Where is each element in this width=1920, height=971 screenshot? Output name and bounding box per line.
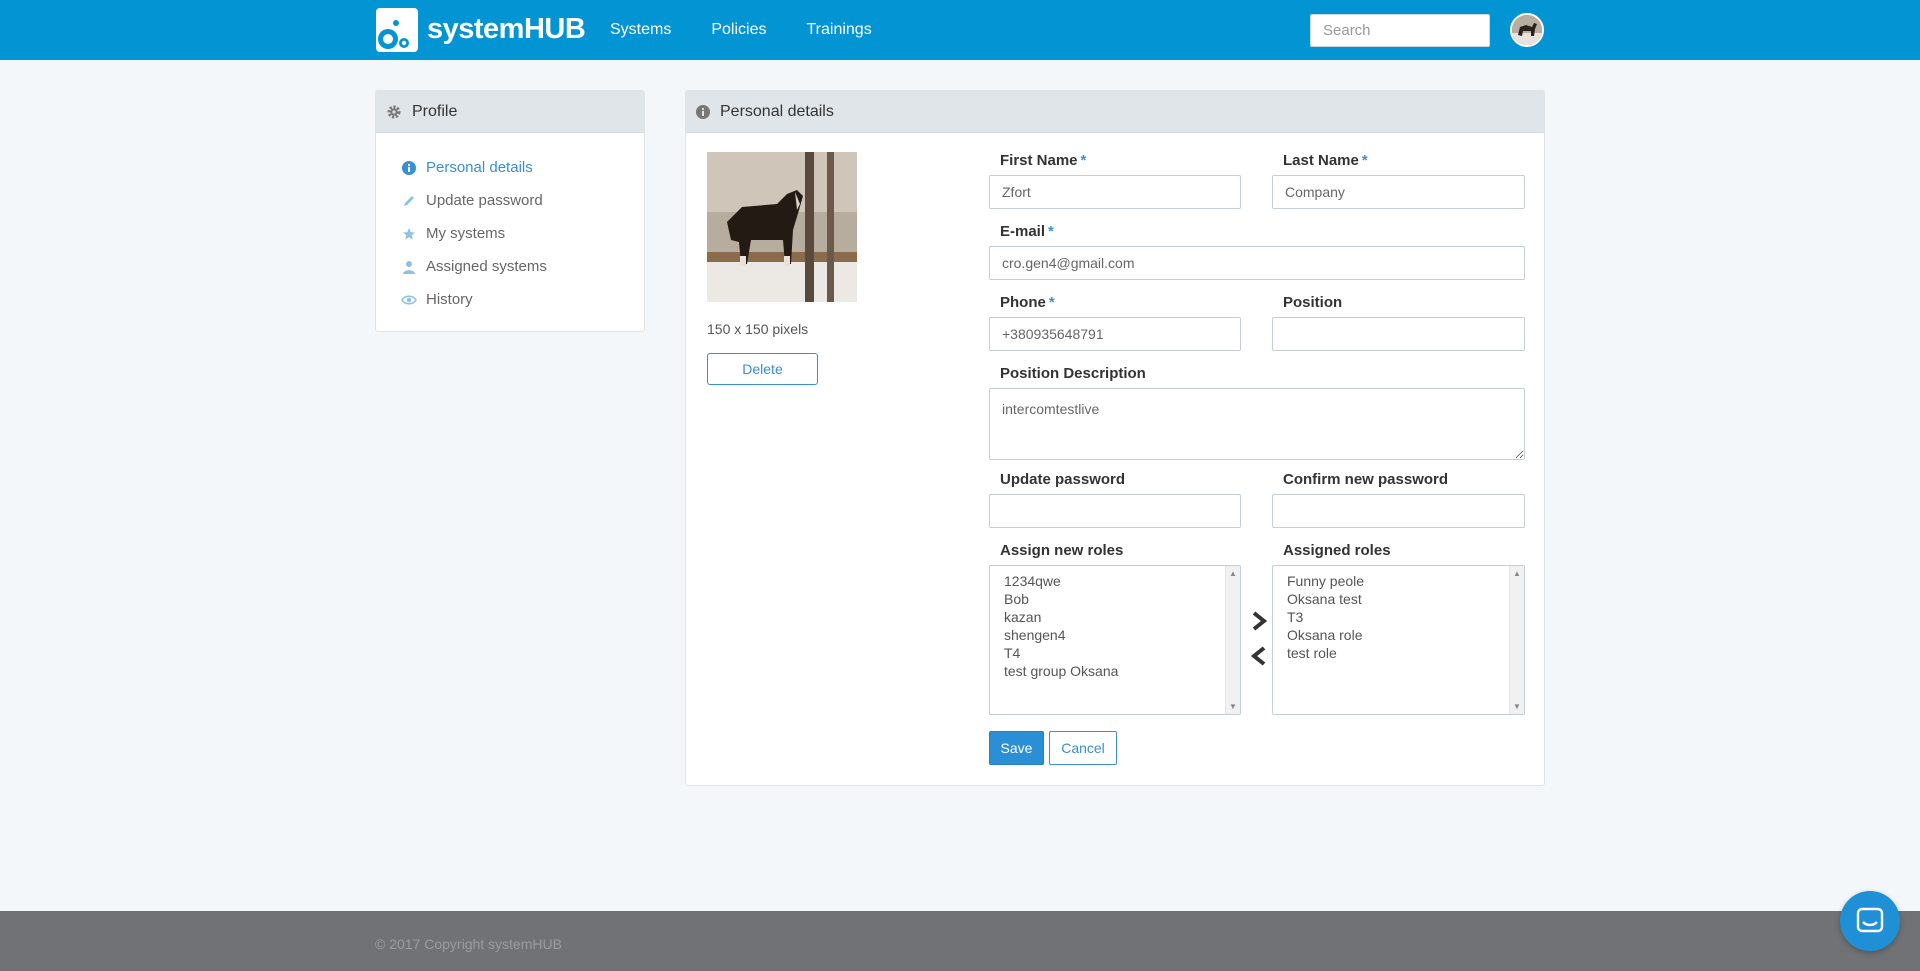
details-panel-header: Personal details (686, 91, 1544, 133)
listbox-scrollbar[interactable]: ▲ ▼ (1509, 566, 1524, 714)
email-label: E-mail * (1000, 223, 1054, 240)
delete-photo-button[interactable]: Delete (707, 353, 818, 385)
brand-name: systemHUB (427, 12, 586, 45)
listbox-scrollbar[interactable]: ▲ ▼ (1225, 566, 1240, 714)
save-button[interactable]: Save (989, 731, 1044, 765)
position-input[interactable] (1272, 317, 1525, 351)
sidebar-item-label: History (426, 291, 473, 308)
assigned-roles-listbox[interactable]: Funny peole Oksana test T3 Oksana role t… (1272, 565, 1525, 715)
gear-logo-icon (375, 5, 419, 55)
list-item[interactable]: T4 (1004, 644, 1240, 662)
last-name-label-text: Last Name (1283, 152, 1359, 169)
required-marker: * (1048, 223, 1054, 240)
confirm-password-label: Confirm new password (1283, 471, 1449, 488)
nav-systems[interactable]: Systems (610, 21, 671, 39)
update-password-label: Update password (1000, 471, 1126, 488)
info-icon (696, 104, 710, 119)
sidebar-item-label: Assigned systems (426, 258, 547, 275)
chevron-right-icon (1252, 611, 1267, 631)
user-avatar[interactable] (1510, 13, 1544, 47)
email-label-text: E-mail (1000, 223, 1046, 240)
position-description-label: Position Description (1000, 365, 1146, 382)
position-label: Position (1283, 294, 1343, 311)
assign-roles-label: Assign new roles (1000, 542, 1124, 559)
sidebar-item-label: My systems (426, 225, 506, 242)
footer-copyright: © 2017 Copyright systemHUB (375, 936, 562, 952)
list-item[interactable]: shengen4 (1004, 626, 1240, 644)
profile-panel-title: Profile (412, 102, 458, 120)
sidebar-item-personal-details[interactable]: Personal details (400, 151, 644, 184)
chevron-left-icon (1251, 646, 1266, 666)
list-item[interactable]: T3 (1287, 608, 1524, 626)
nav-policies[interactable]: Policies (711, 21, 766, 39)
first-name-label-text: First Name (1000, 152, 1078, 169)
info-icon (400, 160, 418, 175)
sidebar-item-update-password[interactable]: Update password (400, 184, 644, 217)
eye-icon (400, 294, 418, 306)
required-marker: * (1361, 152, 1368, 169)
details-panel-title: Personal details (720, 102, 834, 120)
sidebar-item-assigned-systems[interactable]: Assigned systems (400, 250, 644, 283)
last-name-label: Last Name * (1283, 152, 1368, 169)
list-item[interactable]: test group Oksana (1004, 662, 1240, 680)
list-item[interactable]: Oksana test (1287, 590, 1524, 608)
first-name-input[interactable] (989, 175, 1241, 209)
gear-icon (386, 104, 402, 120)
sidebar-item-label: Personal details (426, 159, 533, 176)
scroll-up-icon[interactable]: ▲ (1513, 569, 1521, 578)
list-item[interactable]: Funny peole (1287, 572, 1524, 590)
main-nav: Systems Policies Trainings (610, 0, 912, 60)
nav-trainings[interactable]: Trainings (806, 21, 871, 39)
assigned-roles-label: Assigned roles (1283, 542, 1391, 559)
footer: © 2017 Copyright systemHUB (0, 911, 1920, 971)
first-name-label: First Name * (1000, 152, 1086, 169)
list-item[interactable]: Bob (1004, 590, 1240, 608)
last-name-input[interactable] (1272, 175, 1525, 209)
search-input[interactable] (1310, 14, 1490, 47)
profile-panel-header: Profile (376, 91, 644, 133)
chat-launcher-button[interactable] (1840, 891, 1900, 951)
sidebar-item-history[interactable]: History (400, 283, 644, 316)
personal-details-panel: Personal details 150 x 150 pixels Delete… (685, 90, 1545, 786)
star-icon (400, 227, 418, 241)
profile-panel: Profile Personal details Update password… (375, 90, 645, 332)
top-navbar: systemHUB Systems Policies Trainings (0, 0, 1920, 60)
scroll-up-icon[interactable]: ▲ (1229, 569, 1237, 578)
photo-size-caption: 150 x 150 pixels (707, 321, 809, 337)
cancel-button[interactable]: Cancel (1049, 731, 1117, 765)
required-marker: * (1080, 152, 1087, 169)
assign-roles-listbox[interactable]: 1234qwe Bob kazan shengen4 T4 test group… (989, 565, 1241, 715)
email-field[interactable] (989, 246, 1525, 280)
update-password-input[interactable] (989, 494, 1241, 528)
required-marker: * (1048, 294, 1055, 311)
pencil-icon (400, 194, 418, 208)
list-item[interactable]: test role (1287, 644, 1524, 662)
confirm-password-input[interactable] (1272, 494, 1525, 528)
profile-photo (707, 152, 857, 302)
list-item[interactable]: 1234qwe (1004, 572, 1240, 590)
scroll-down-icon[interactable]: ▼ (1229, 702, 1237, 711)
list-item[interactable]: kazan (1004, 608, 1240, 626)
profile-menu: Personal details Update password My syst… (376, 133, 644, 316)
sidebar-item-my-systems[interactable]: My systems (400, 217, 644, 250)
user-icon (400, 260, 418, 274)
phone-input[interactable] (989, 317, 1241, 351)
phone-label: Phone * (1000, 294, 1055, 311)
chat-icon (1856, 907, 1884, 933)
phone-label-text: Phone (1000, 294, 1046, 311)
scroll-down-icon[interactable]: ▼ (1513, 702, 1521, 711)
add-role-arrow-button[interactable] (1247, 608, 1271, 634)
brand-logo-link[interactable]: systemHUB (375, 5, 586, 55)
remove-role-arrow-button[interactable] (1247, 643, 1271, 669)
sidebar-item-label: Update password (426, 192, 543, 209)
list-item[interactable]: Oksana role (1287, 626, 1524, 644)
position-description-textarea[interactable]: intercomtestlive (989, 388, 1525, 460)
